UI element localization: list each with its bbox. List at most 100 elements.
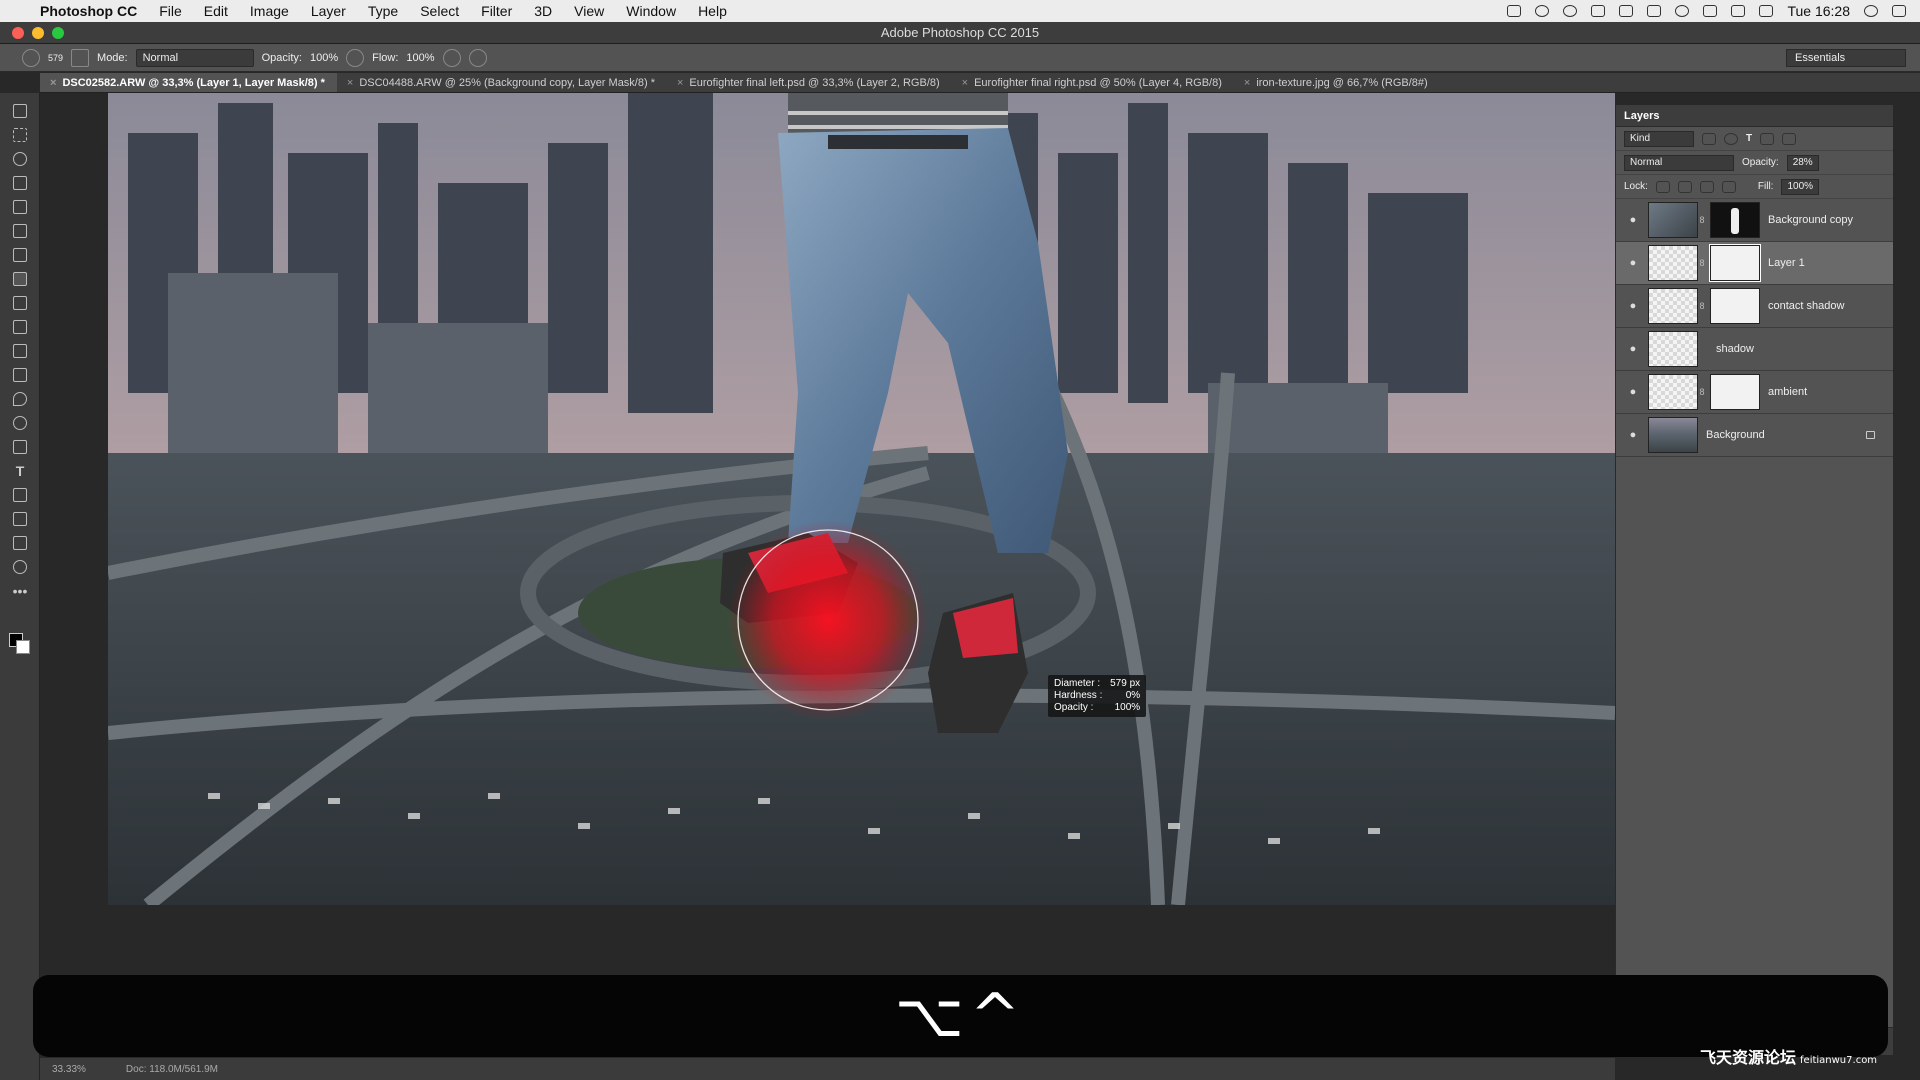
brush-panel-toggle-icon[interactable] [71, 48, 90, 67]
menu-file[interactable]: File [159, 3, 182, 19]
filter-type-icon[interactable]: T [1746, 133, 1752, 144]
layer-name[interactable]: shadow [1716, 343, 1754, 355]
opacity-value[interactable]: 100% [310, 52, 338, 64]
layer-mask-thumbnail[interactable] [1710, 288, 1760, 324]
lock-transparent-icon[interactable] [1655, 180, 1670, 193]
menu-image[interactable]: Image [250, 3, 289, 19]
menu-type[interactable]: Type [368, 3, 398, 19]
crop-tool[interactable] [0, 195, 40, 219]
display-icon[interactable] [1647, 5, 1662, 17]
wifi-icon[interactable] [1731, 5, 1746, 17]
close-tab-icon[interactable]: × [677, 77, 683, 89]
menu-window[interactable]: Window [626, 3, 676, 19]
layer-row[interactable]: ● 8 Background copy [1616, 199, 1893, 242]
quick-select-tool[interactable] [0, 171, 40, 195]
close-tab-icon[interactable]: × [347, 77, 353, 89]
screen-record-icon[interactable] [1507, 5, 1522, 17]
layer-row[interactable]: ● 8 contact shadow [1616, 285, 1893, 328]
close-tab-icon[interactable]: × [962, 77, 968, 89]
path-select-tool[interactable] [0, 483, 40, 507]
zoom-window-icon[interactable] [52, 27, 64, 39]
tab-document[interactable]: × DSC02582.ARW @ 33,3% (Layer 1, Layer Ma… [40, 73, 337, 92]
brush-size-readout[interactable]: 579 [48, 53, 63, 63]
lock-image-icon[interactable] [1677, 180, 1692, 193]
eye-icon[interactable]: ● [1622, 429, 1644, 441]
move-tool[interactable] [0, 99, 40, 123]
layer-row-selected[interactable]: ● 8 Layer 1 [1616, 242, 1893, 285]
volume-icon[interactable] [1759, 5, 1774, 17]
layer-name[interactable]: Layer 1 [1768, 257, 1805, 269]
lock-position-icon[interactable] [1699, 180, 1714, 193]
dodge-tool[interactable] [0, 411, 40, 435]
link-icon[interactable]: 8 [1698, 301, 1706, 311]
eye-icon[interactable]: ● [1622, 257, 1644, 269]
hand-tool[interactable] [0, 531, 40, 555]
tab-document[interactable]: × iron-texture.jpg @ 66,7% (RGB/8#) [1234, 73, 1440, 92]
tab-document[interactable]: × DSC04488.ARW @ 25% (Background copy, La… [337, 73, 667, 92]
time-machine-icon[interactable] [1675, 5, 1690, 17]
lock-all-icon[interactable] [1721, 180, 1736, 193]
bluetooth-icon[interactable] [1703, 5, 1718, 17]
gradient-tool[interactable] [0, 363, 40, 387]
link-icon[interactable]: 8 [1698, 215, 1706, 225]
dropbox-icon[interactable] [1619, 5, 1634, 17]
link-icon[interactable]: 8 [1698, 387, 1706, 397]
layer-name[interactable]: ambient [1768, 386, 1807, 398]
filter-smart-object-icon[interactable] [1782, 132, 1797, 145]
canvas-area[interactable]: Diameter : 579 px Hardness : 0% Opacity : 1… [40, 93, 1615, 1080]
layers-panel-title[interactable]: Layers [1616, 105, 1893, 127]
filter-adjustment-icon[interactable] [1724, 132, 1738, 145]
close-window-icon[interactable] [12, 27, 24, 39]
layer-name[interactable]: Background [1706, 429, 1765, 441]
brush-tool[interactable] [0, 267, 40, 291]
menu-edit[interactable]: Edit [204, 3, 228, 19]
menu-select[interactable]: Select [420, 3, 459, 19]
tab-document[interactable]: × Eurofighter final right.psd @ 50% (Laye… [952, 73, 1234, 92]
layer-mask-thumbnail[interactable] [1710, 374, 1760, 410]
blend-mode-select[interactable]: Normal [1624, 154, 1734, 171]
menu-3d[interactable]: 3D [534, 3, 552, 19]
warning-icon[interactable] [1591, 5, 1606, 17]
globe-icon[interactable] [1563, 5, 1578, 17]
clock[interactable]: Tue 16:28 [1787, 3, 1850, 19]
zoom-tool[interactable] [0, 555, 40, 579]
blur-tool[interactable] [0, 387, 40, 411]
minimize-window-icon[interactable] [32, 27, 44, 39]
layer-name[interactable]: Background copy [1768, 214, 1853, 226]
spotlight-search-icon[interactable] [1864, 5, 1878, 17]
link-icon[interactable]: 8 [1698, 258, 1706, 268]
layer-row[interactable]: ● shadow [1616, 328, 1893, 371]
eye-icon[interactable]: ● [1622, 214, 1644, 226]
more-tools[interactable]: ••• [0, 579, 40, 603]
tab-document[interactable]: × Eurofighter final left.psd @ 33,3% (Lay… [667, 73, 952, 92]
app-menu[interactable]: Photoshop CC [40, 3, 137, 19]
layer-opacity-input[interactable]: 28% [1786, 154, 1819, 171]
eye-icon[interactable]: ● [1622, 343, 1644, 355]
sync-icon[interactable] [1535, 5, 1550, 17]
fill-input[interactable]: 100% [1781, 178, 1820, 195]
type-tool[interactable]: T [0, 459, 40, 483]
layer-row[interactable]: ● Background [1616, 414, 1893, 457]
filter-pixel-icon[interactable] [1702, 132, 1716, 145]
layer-name[interactable]: contact shadow [1768, 300, 1844, 312]
brush-tool-preset-icon[interactable] [22, 48, 40, 67]
eye-icon[interactable]: ● [1622, 300, 1644, 312]
pen-tool[interactable] [0, 435, 40, 459]
shape-tool[interactable] [0, 507, 40, 531]
menu-help[interactable]: Help [698, 3, 727, 19]
pressure-size-icon[interactable] [468, 48, 487, 67]
healing-brush-tool[interactable] [0, 243, 40, 267]
layer-row[interactable]: ● 8 ambient [1616, 371, 1893, 414]
marquee-tool[interactable] [0, 123, 40, 147]
eraser-tool[interactable] [0, 339, 40, 363]
flow-value[interactable]: 100% [406, 52, 434, 64]
document-image[interactable] [108, 93, 1615, 905]
mode-select[interactable]: Normal [135, 48, 254, 67]
close-tab-icon[interactable]: × [50, 77, 56, 89]
airbrush-icon[interactable] [442, 48, 461, 67]
pressure-opacity-icon[interactable] [346, 48, 365, 67]
lasso-tool[interactable] [0, 147, 40, 171]
layer-mask-thumbnail[interactable] [1710, 202, 1760, 238]
background-color-swatch[interactable] [16, 640, 30, 654]
eyedropper-tool[interactable] [0, 219, 40, 243]
